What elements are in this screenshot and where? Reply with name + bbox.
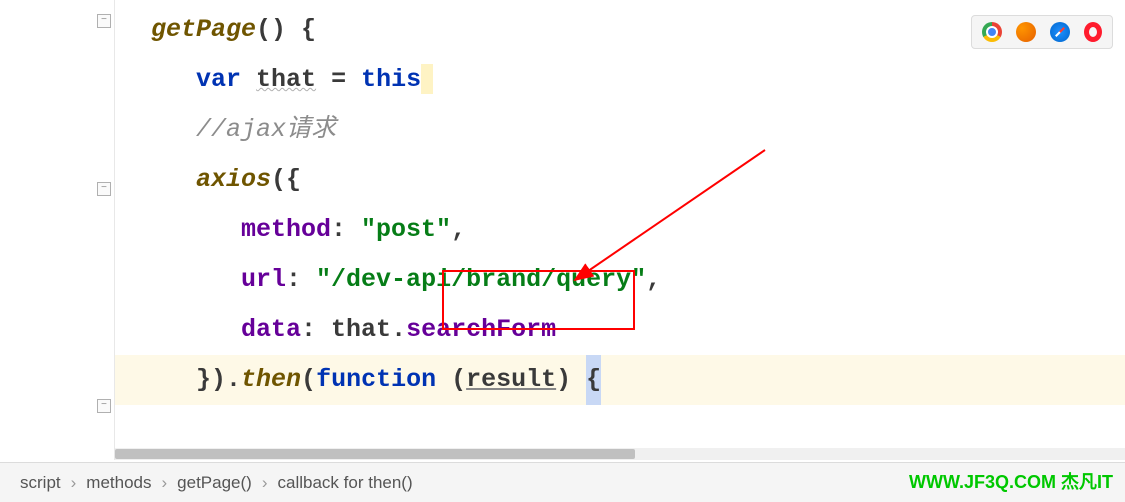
prop-url: url bbox=[241, 265, 286, 294]
axios-call: axios bbox=[196, 165, 271, 194]
browser-toolbar bbox=[971, 15, 1113, 49]
string-url-part1: "/dev-api/ bbox=[316, 265, 466, 294]
firefox-icon[interactable] bbox=[1016, 22, 1036, 42]
keyword-function: function bbox=[316, 365, 436, 394]
horizontal-scrollbar[interactable] bbox=[115, 448, 1125, 460]
prop-method: method bbox=[241, 215, 331, 244]
watermark: WWW.JF3Q.COM 杰凡IT bbox=[909, 468, 1113, 494]
chevron-right-icon: › bbox=[71, 473, 77, 493]
opera-icon[interactable] bbox=[1084, 22, 1102, 42]
code-content[interactable]: getPage() { var that = this //ajax请求 axi… bbox=[115, 0, 1125, 460]
breadcrumb-item[interactable]: script bbox=[20, 473, 61, 493]
prop-data: data bbox=[241, 315, 301, 344]
method-name: getPage bbox=[151, 15, 256, 44]
breadcrumb-item[interactable]: getPage() bbox=[177, 473, 252, 493]
search-form: searchForm bbox=[406, 315, 556, 344]
var-that: that bbox=[256, 65, 316, 94]
scrollbar-thumb[interactable] bbox=[115, 449, 635, 459]
chrome-icon[interactable] bbox=[982, 22, 1002, 42]
comment: //ajax请求 bbox=[196, 115, 336, 144]
code-line: data: that.searchForm bbox=[115, 305, 1125, 355]
string-post: "post" bbox=[361, 215, 451, 244]
fold-marker[interactable]: − bbox=[95, 397, 113, 415]
then-method: then bbox=[241, 365, 301, 394]
code-line: axios({ bbox=[115, 155, 1125, 205]
chevron-right-icon: › bbox=[262, 473, 268, 493]
fold-marker[interactable]: − bbox=[95, 12, 113, 30]
safari-icon[interactable] bbox=[1050, 22, 1070, 42]
code-line-highlighted: }).then(function (result) { bbox=[115, 355, 1125, 405]
keyword-var: var bbox=[196, 65, 241, 94]
breadcrumb-item[interactable]: callback for then() bbox=[278, 473, 413, 493]
breadcrumb-item[interactable]: methods bbox=[86, 473, 151, 493]
code-editor[interactable]: − − − getPage() { var that = this //ajax… bbox=[0, 0, 1125, 460]
code-line: var that = this bbox=[115, 55, 1125, 105]
cursor bbox=[421, 64, 433, 94]
chevron-right-icon: › bbox=[162, 473, 168, 493]
keyword-this: this bbox=[361, 65, 421, 94]
string-url-part2: brand/query" bbox=[466, 265, 646, 294]
param-result: result bbox=[466, 365, 556, 394]
gutter: − − − bbox=[0, 0, 115, 460]
that-ref: that bbox=[331, 315, 391, 344]
code-line: url: "/dev-api/brand/query", bbox=[115, 255, 1125, 305]
code-line: //ajax请求 bbox=[115, 105, 1125, 155]
fold-marker[interactable]: − bbox=[95, 180, 113, 198]
code-line: method: "post", bbox=[115, 205, 1125, 255]
